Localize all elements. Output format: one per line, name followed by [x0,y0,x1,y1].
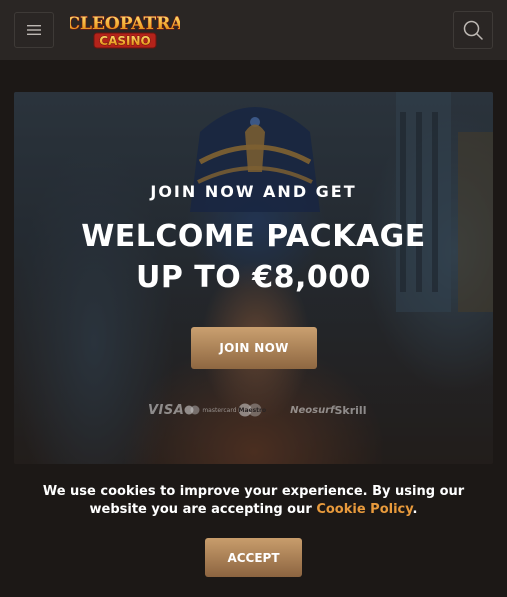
svg-text:CASINO: CASINO [99,34,150,48]
svg-text:CLEOPATRA: CLEOPATRA [70,14,180,34]
cookie-notice-end: . [412,502,418,517]
mastercard-label: mastercard [202,406,237,414]
accept-cookies-button[interactable]: ACCEPT [205,538,302,577]
cookie-policy-link[interactable]: Cookie Policy [316,502,412,517]
skrill-logo: Skrill [334,403,367,417]
site-header: CLEOPATRA CASINO [0,0,507,60]
hamburger-icon [27,25,41,35]
search-button[interactable] [453,11,493,49]
hero-title: WELCOME PACKAGE UP TO €8,000 [14,216,493,298]
site-logo[interactable]: CLEOPATRA CASINO [70,10,180,50]
hero-kicker: JOIN NOW AND GET [150,182,357,201]
hero-banner: JOIN NOW AND GET WELCOME PACKAGE UP TO €… [14,92,493,464]
maestro-label: Maestro [238,406,267,414]
join-now-button[interactable]: JOIN NOW [191,327,317,369]
hero-title-line-1: WELCOME PACKAGE [81,219,426,254]
payment-methods: VISA mastercard Maestro Neosurf Skrill [148,400,366,420]
cookie-notice-text: We use cookies to improve your experienc… [20,483,487,519]
hero-title-line-2: UP TO €8,000 [136,260,371,295]
maestro-logo: Maestro [237,403,291,417]
search-icon [463,20,483,40]
visa-logo: VISA [148,402,185,418]
menu-button[interactable] [14,12,54,48]
mastercard-logo: mastercard [184,405,237,415]
mastercard-icon [184,405,200,415]
neosurf-logo: Neosurf [290,404,335,416]
